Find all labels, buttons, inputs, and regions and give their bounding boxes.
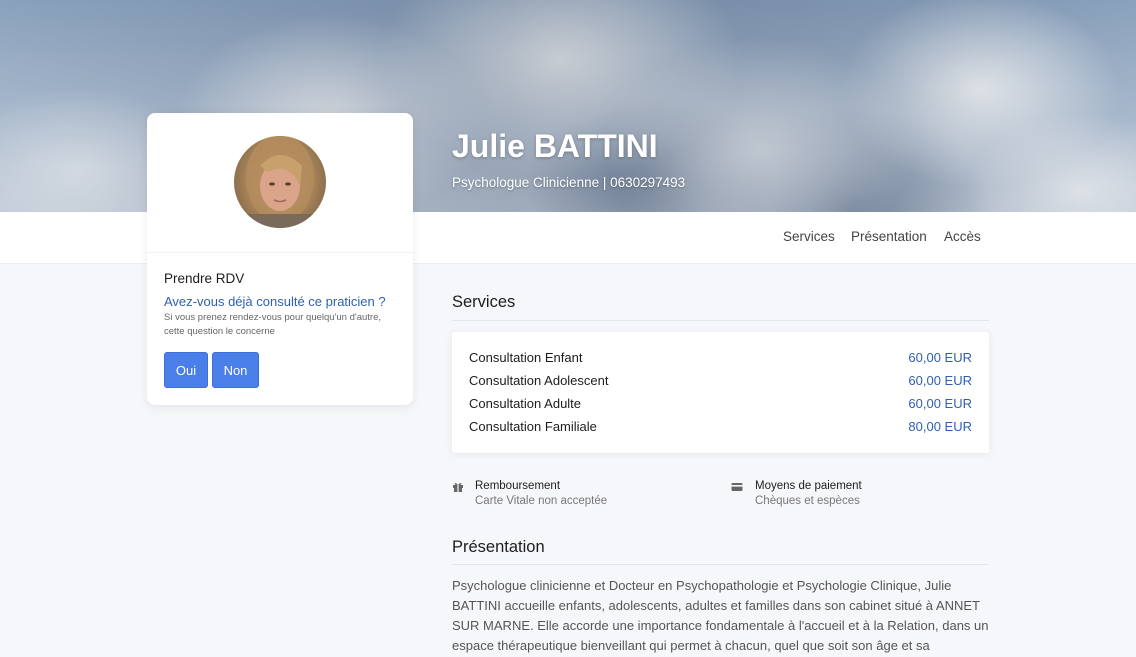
service-price: 60,00 EUR — [908, 396, 972, 411]
service-row: Consultation Enfant 60,00 EUR — [469, 350, 972, 370]
first-visit-hint: Si vous prenez rendez-vous pour quelqu'u… — [164, 312, 381, 337]
presentation-rule — [452, 564, 989, 565]
payment-value: Chèques et espèces — [755, 495, 860, 507]
avatar — [234, 136, 326, 228]
service-price: 60,00 EUR — [908, 373, 972, 388]
practitioner-name: Julie BATTINI — [452, 128, 658, 164]
services-rule — [452, 320, 989, 321]
reimbursement-label: Remboursement — [475, 480, 561, 492]
service-name: Consultation Adolescent — [469, 373, 609, 388]
nav-link-acces[interactable]: Accès — [944, 229, 981, 244]
service-row: Consultation Adolescent 60,00 EUR — [469, 373, 972, 393]
services-heading: Services — [452, 293, 516, 311]
card-divider — [147, 252, 413, 253]
presentation-text: Psychologue clinicienne et Docteur en Ps… — [452, 578, 989, 653]
practitioner-subtitle: Psychologue Clinicienne | 0630297493 — [452, 175, 686, 190]
service-name: Consultation Enfant — [469, 350, 583, 365]
service-name: Consultation Familiale — [469, 419, 597, 434]
presentation-heading: Présentation — [452, 538, 545, 556]
service-price: 80,00 EUR — [908, 419, 972, 434]
credit-card-icon — [731, 483, 743, 491]
nav-link-presentation[interactable]: Présentation — [851, 229, 927, 244]
gift-icon — [453, 482, 463, 492]
first-visit-question: Avez-vous déjà consulté ce praticien ? — [164, 294, 386, 309]
booking-title: Prendre RDV — [164, 271, 245, 286]
service-name: Consultation Adulte — [469, 396, 582, 411]
nav-link-services[interactable]: Services — [783, 229, 835, 244]
service-price: 60,00 EUR — [908, 350, 972, 365]
booking-card: Prendre RDV Avez-vous déjà consulté ce p… — [147, 113, 413, 405]
services-list: Consultation Enfant 60,00 EUR Consultati… — [452, 332, 989, 453]
no-button[interactable]: Non — [212, 352, 259, 388]
yes-button[interactable]: Oui — [164, 352, 208, 388]
payment-label: Moyens de paiement — [755, 480, 862, 492]
service-row: Consultation Adulte 60,00 EUR — [469, 396, 972, 416]
avatar-photo — [234, 136, 326, 228]
reimbursement-value: Carte Vitale non acceptée — [475, 495, 608, 507]
service-row: Consultation Familiale 80,00 EUR — [469, 419, 972, 439]
